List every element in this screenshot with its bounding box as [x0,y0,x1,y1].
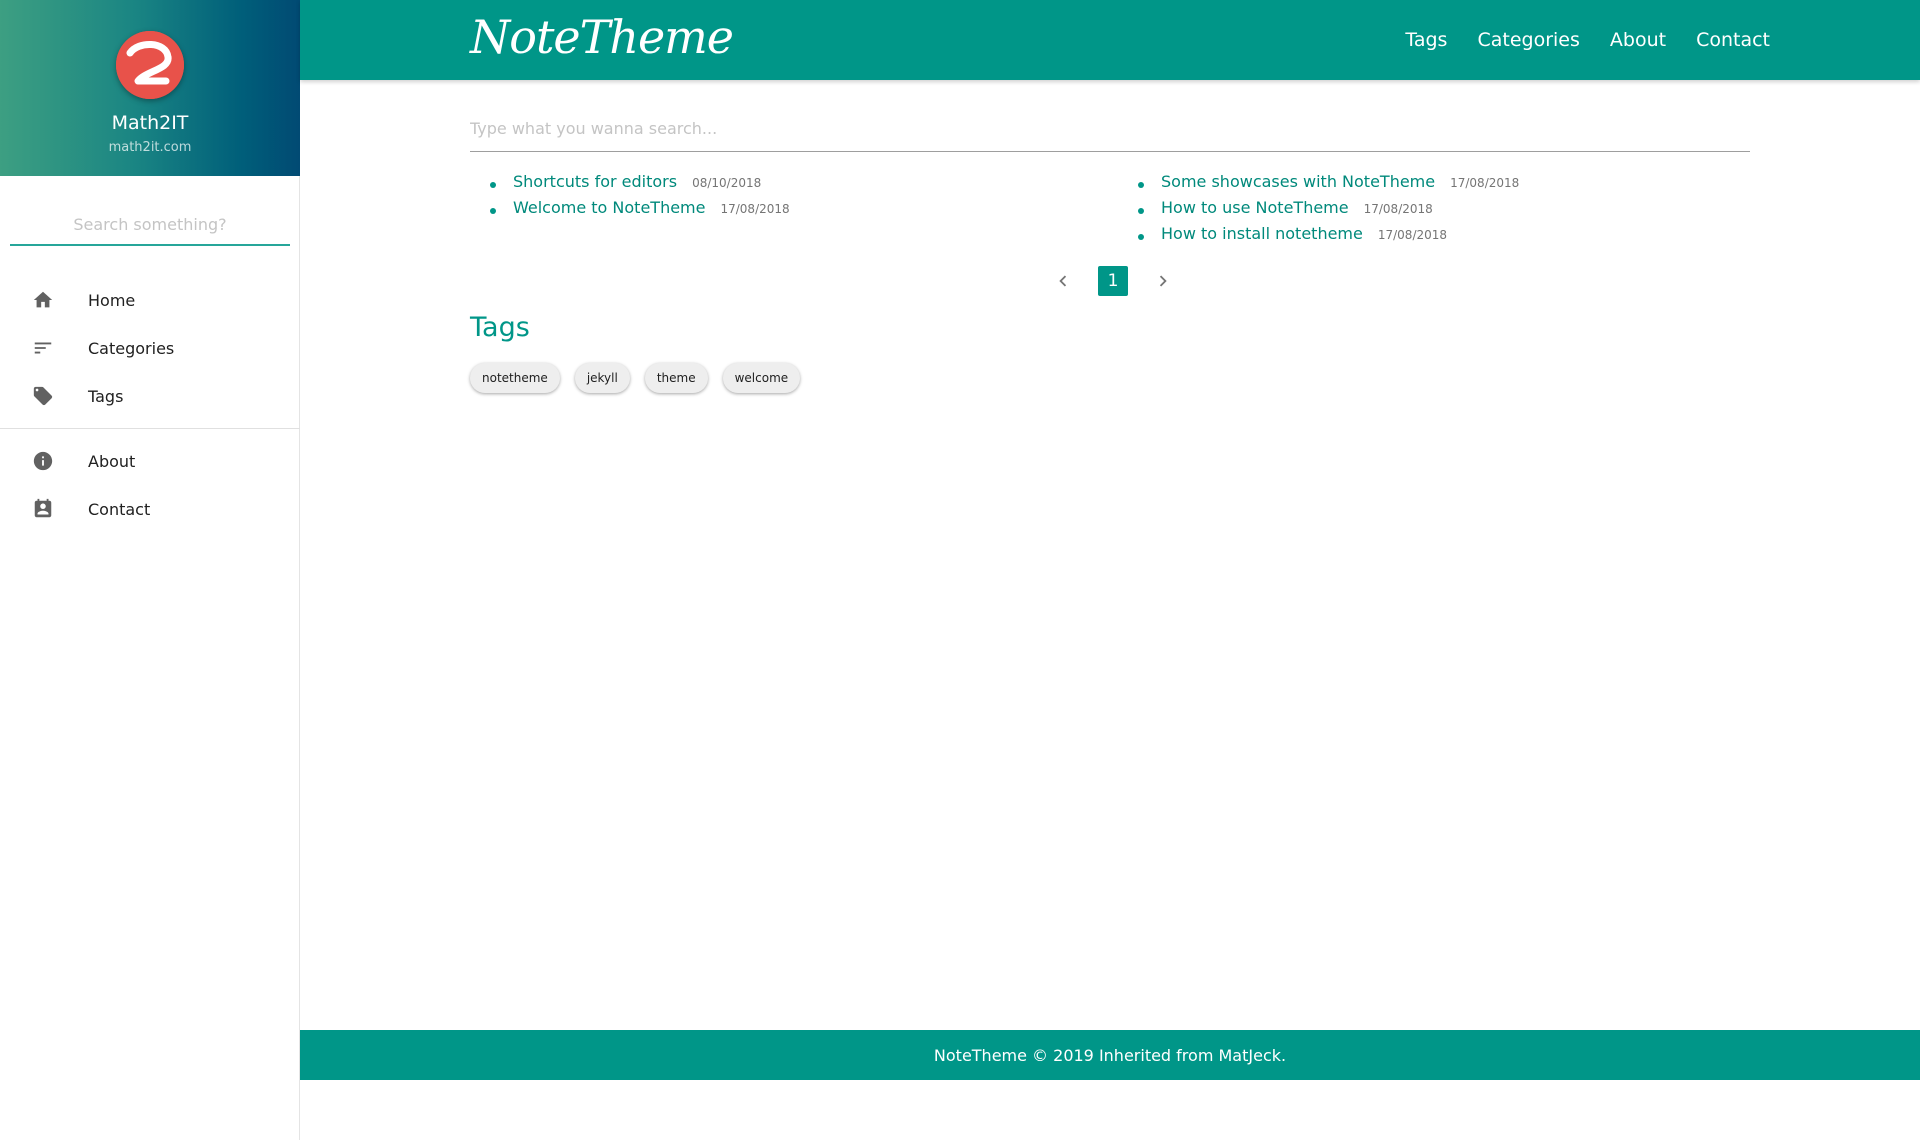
tag-icon [31,384,55,408]
chevron-right-icon[interactable] [1152,270,1174,292]
list-item: Some showcases with NoteTheme 17/08/2018 [1138,172,1519,198]
sidebar-item-home[interactable]: Home [0,276,300,324]
tag-chip[interactable]: notetheme [470,363,560,393]
post-link[interactable]: How to use NoteTheme [1161,198,1349,217]
post-date: 08/10/2018 [692,176,762,190]
nav-link-tags[interactable]: Tags [1405,29,1447,51]
post-date: 17/08/2018 [1377,228,1448,242]
post-list-left: Shortcuts for editors 08/10/2018 Welcome… [490,172,790,224]
sidebar-header: Math2IT math2it.com [0,0,300,176]
contact-icon [31,497,55,521]
list-item: Shortcuts for editors 08/10/2018 [490,172,790,198]
top-bar: NoteTheme Tags Categories About Contact [300,0,1920,80]
post-link[interactable]: Shortcuts for editors [513,172,677,191]
sidebar-nav: Home Categories Tags About Contact [0,276,300,533]
sidebar-search-input[interactable] [10,204,290,246]
list-item: How to use NoteTheme 17/08/2018 [1138,198,1519,224]
sidebar-item-label: Home [88,290,136,310]
info-icon [31,449,55,473]
list-item: How to install notetheme 17/08/2018 [1138,224,1519,250]
post-date: 17/08/2018 [1450,176,1520,190]
page-number-current[interactable]: 1 [1098,266,1128,296]
post-link[interactable]: How to install notetheme [1161,224,1363,243]
nav-link-about[interactable]: About [1610,29,1666,51]
sidebar-item-label: About [88,451,136,471]
tag-chip[interactable]: jekyll [574,363,630,393]
post-date: 17/08/2018 [1363,202,1433,216]
chevron-left-icon[interactable] [1052,270,1074,292]
tag-chip[interactable]: welcome [722,363,801,393]
nav-link-contact[interactable]: Contact [1696,29,1770,51]
sort-icon [31,336,55,360]
brand-name[interactable]: Math2IT [0,112,300,134]
pagination: 1 [1052,266,1174,296]
sidebar-item-about[interactable]: About [0,437,300,485]
post-date: 17/08/2018 [720,202,790,216]
post-link[interactable]: Some showcases with NoteTheme [1161,172,1435,191]
tag-chip[interactable]: theme [644,363,708,393]
sidebar-item-contact[interactable]: Contact [0,485,300,533]
home-icon [31,288,55,312]
main-search-input[interactable] [470,106,1750,152]
tag-list: notetheme jekyll theme welcome [470,363,815,393]
post-link[interactable]: Welcome to NoteTheme [513,198,705,217]
post-list-right: Some showcases with NoteTheme 17/08/2018… [1138,172,1519,250]
sidebar-item-label: Categories [88,338,175,358]
sidebar-divider [0,428,300,429]
tags-heading: Tags [470,312,530,343]
list-item: Welcome to NoteTheme 17/08/2018 [490,198,790,224]
sidebar-item-tags[interactable]: Tags [0,372,300,420]
brand-url[interactable]: math2it.com [0,140,300,155]
nav-link-categories[interactable]: Categories [1477,29,1579,51]
sidebar-item-label: Tags [88,386,124,406]
site-logo[interactable]: NoteTheme [470,10,734,64]
sidebar: Math2IT math2it.com Home Categories Tags [0,0,300,1140]
sidebar-item-categories[interactable]: Categories [0,324,300,372]
footer-text: NoteTheme © 2019 Inherited from MatJeck. [933,1045,1287,1065]
brand-logo-icon[interactable] [116,31,184,99]
footer: NoteTheme © 2019 Inherited from MatJeck. [300,1030,1920,1080]
sidebar-item-label: Contact [88,499,151,519]
top-nav: Tags Categories About Contact [1375,0,1770,80]
